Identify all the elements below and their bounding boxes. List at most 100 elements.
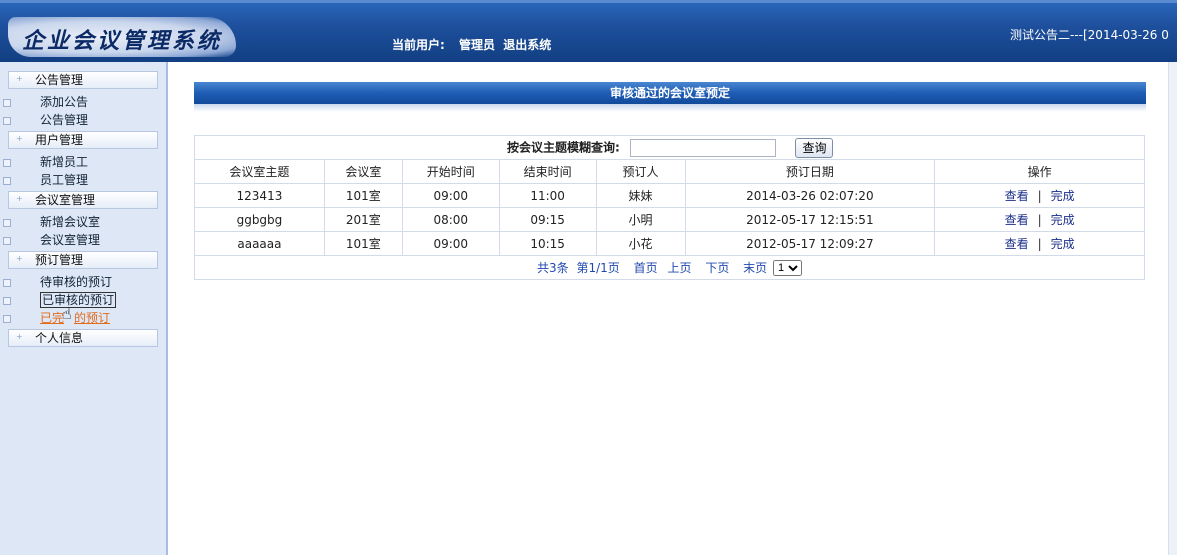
title-shadow [194, 104, 1146, 112]
group-label: 预订管理 [35, 253, 84, 267]
logo-text: 企业会议管理系统 [22, 28, 223, 54]
col-date: 预订日期 [684, 159, 936, 184]
group-label: 会议室管理 [35, 193, 96, 207]
sidebar-item-completed-bookings[interactable]: 已完 的预订 ☝ [0, 305, 166, 327]
pager-next[interactable]: 下页 [705, 261, 729, 275]
group-label: 用户管理 [35, 133, 84, 147]
page-title: 审核通过的会议室预定 [194, 82, 1146, 104]
view-link[interactable]: 查看 [1005, 189, 1029, 203]
cell-room: 201室 [323, 207, 403, 232]
cell-actions: 查看 | 完成 [934, 183, 1145, 208]
cell-end: 11:00 [498, 183, 597, 208]
search-row: 按会议主题模糊查询: 查询 [194, 135, 1145, 160]
sidebar-item-manage-employee[interactable]: 员工管理 [0, 171, 166, 189]
bullet-icon [3, 297, 11, 305]
pager-row: 共3条 第1/1页 首页 上页 下页 末页 1 [194, 255, 1145, 280]
pager-first[interactable]: 首页 [634, 261, 658, 275]
view-link[interactable]: 查看 [1005, 213, 1029, 227]
completed-bookings-label: 已完 的预订 [40, 311, 111, 325]
search-input[interactable] [629, 138, 776, 157]
booking-table: 按会议主题模糊查询: 查询 会议室主题 会议室 开始时间 结束时间 预订人 预订… [194, 135, 1145, 280]
pager-prev[interactable]: 上页 [667, 261, 691, 275]
cell-booker: 小花 [595, 231, 686, 256]
bullet-icon [3, 159, 11, 167]
user-name: 管理员 [459, 38, 496, 52]
plus-icon: + [16, 194, 23, 203]
logout-link[interactable]: 退出系统 [503, 38, 551, 52]
bullet-icon [3, 219, 11, 227]
cell-subject: ggbgbg [194, 207, 325, 232]
sidebar-group-users[interactable]: + 用户管理 [8, 131, 158, 149]
hand-cursor-icon: ☝ [62, 304, 72, 323]
sidebar-item-approved-bookings[interactable]: 已审核的预订 [0, 291, 166, 309]
cell-start: 08:00 [401, 207, 500, 232]
sidebar-group-bookings[interactable]: + 预订管理 [8, 251, 158, 269]
cell-actions: 查看 | 完成 [934, 231, 1145, 256]
cell-subject: aaaaaa [194, 231, 325, 256]
action-separator: | [1037, 189, 1042, 203]
group-label: 公告管理 [35, 73, 84, 87]
table-row: 123413 101室 09:00 11:00 妹妹 2014-03-26 02… [194, 183, 1145, 208]
complete-link[interactable]: 完成 [1051, 213, 1075, 227]
sidebar-group-notice[interactable]: + 公告管理 [8, 71, 158, 89]
sidebar-item-add-notice[interactable]: 添加公告 [0, 93, 166, 111]
col-subject: 会议室主题 [194, 159, 325, 184]
user-bar: 当前用户: 管理员 退出系统 [392, 36, 555, 53]
cell-date: 2012-05-17 12:15:51 [684, 207, 936, 232]
cell-room: 101室 [323, 183, 403, 208]
action-separator: | [1037, 213, 1042, 227]
sidebar-group-rooms[interactable]: + 会议室管理 [8, 191, 158, 209]
complete-link[interactable]: 完成 [1051, 189, 1075, 203]
cell-end: 09:15 [498, 207, 597, 232]
sidebar-item-manage-room[interactable]: 会议室管理 [0, 231, 166, 249]
cell-room: 101室 [323, 231, 403, 256]
bullet-icon [3, 315, 11, 323]
cell-date: 2014-03-26 02:07:20 [684, 183, 936, 208]
plus-icon: + [16, 254, 23, 263]
sidebar-item-pending-bookings[interactable]: 待审核的预订 [0, 273, 166, 291]
cell-date: 2012-05-17 12:09:27 [684, 231, 936, 256]
cell-start: 09:00 [401, 231, 500, 256]
sidebar-item-add-employee[interactable]: 新增员工 [0, 153, 166, 171]
sidebar-item-add-room[interactable]: 新增会议室 [0, 213, 166, 231]
top-header: 企业会议管理系统 当前用户: 管理员 退出系统 测试公告二---[2014-03… [0, 0, 1177, 62]
group-label: 个人信息 [35, 331, 84, 345]
col-room: 会议室 [323, 159, 403, 184]
complete-link[interactable]: 完成 [1051, 237, 1075, 251]
scrollbar[interactable] [1168, 62, 1177, 555]
cell-actions: 查看 | 完成 [934, 207, 1145, 232]
page-select[interactable]: 1 [773, 260, 802, 277]
col-start: 开始时间 [401, 159, 500, 184]
action-separator: | [1037, 237, 1042, 251]
bullet-icon [3, 99, 11, 107]
bullet-icon [3, 279, 11, 287]
pager-last[interactable]: 末页 [743, 261, 767, 275]
cell-subject: 123413 [194, 183, 325, 208]
view-link[interactable]: 查看 [1005, 237, 1029, 251]
current-user-label: 当前用户: [392, 38, 445, 52]
table-header-row: 会议室主题 会议室 开始时间 结束时间 预订人 预订日期 操作 [194, 159, 1145, 184]
bullet-icon [3, 177, 11, 185]
bullet-icon [3, 237, 11, 245]
cell-end: 10:15 [498, 231, 597, 256]
sidebar-item-manage-notice[interactable]: 公告管理 [0, 111, 166, 129]
main-content: 审核通过的会议室预定 按会议主题模糊查询: 查询 会议室主题 会议室 开始时间 … [168, 62, 1177, 555]
cell-booker: 妹妹 [595, 183, 686, 208]
notice-marquee[interactable]: 测试公告二---[2014-03-26 0 [1010, 26, 1169, 43]
table-row: ggbgbg 201室 08:00 09:15 小明 2012-05-17 12… [194, 207, 1145, 232]
table-row: aaaaaa 101室 09:00 10:15 小花 2012-05-17 12… [194, 231, 1145, 256]
pager-total: 共3条 [537, 260, 569, 275]
cell-start: 09:00 [401, 183, 500, 208]
pager-page: 第1/1页 [576, 260, 620, 275]
col-end: 结束时间 [498, 159, 597, 184]
cell-booker: 小明 [595, 207, 686, 232]
col-actions: 操作 [934, 159, 1145, 184]
search-button[interactable]: 查询 [795, 137, 834, 158]
sidebar: + 公告管理 添加公告 公告管理 + 用户管理 新增员工 员工管理 + 会议室管… [0, 62, 168, 555]
sidebar-group-profile[interactable]: + 个人信息 [8, 329, 158, 347]
plus-icon: + [16, 332, 23, 341]
search-label: 按会议主题模糊查询: [507, 140, 620, 154]
plus-icon: + [16, 134, 23, 143]
bullet-icon [3, 117, 11, 125]
col-booker: 预订人 [595, 159, 686, 184]
